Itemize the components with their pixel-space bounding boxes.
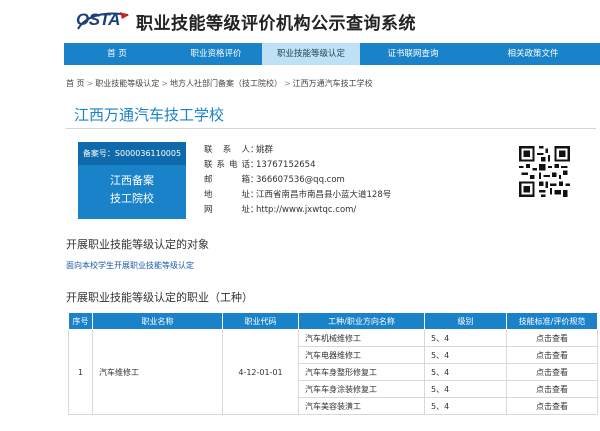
level: 5、4 — [424, 329, 507, 347]
divider — [66, 128, 596, 129]
contact-row: 邮 箱： 366607536@qq.com — [204, 173, 391, 188]
contact-value: 江西省南昌市南昌县小蓝大道128号 — [256, 190, 392, 200]
contact-label: 邮 箱 — [204, 175, 250, 185]
column-header: 级别 — [424, 312, 507, 330]
logo-text: OSTA — [76, 10, 120, 29]
view-standard-link[interactable]: 点击查看 — [506, 329, 598, 347]
breadcrumb-separator: > — [161, 79, 168, 88]
level: 5、4 — [424, 346, 507, 364]
contact-label: 网 址 — [204, 205, 250, 215]
table-row: 1 汽车维修工 4-12-01-01 汽车机械维修工 5、4 点击查看 — [68, 329, 598, 415]
breadcrumb-separator: > — [283, 79, 291, 88]
breadcrumb: 首 页 > 职业技能等级认定 > 地方人社部门备案（技工院校） > 江西万通汽车… — [66, 78, 373, 89]
main-nav: 首 页 职业资格评价 职业技能等级认定 证书联网查询 相关政策文件 — [64, 43, 600, 65]
contact-value: 13767152654 — [256, 160, 316, 170]
occupation-section-title: 开展职业技能等级认定的职业（工种） — [66, 291, 253, 304]
school-name: 江西万通汽车技工学校 — [74, 106, 225, 124]
level: 5、4 — [424, 397, 507, 415]
record-id: 备案号：S000036110005 — [78, 142, 186, 165]
column-header: 工种/职业方向名称 — [298, 312, 425, 330]
nav-item-cert-query[interactable]: 证书联网查询 — [360, 43, 466, 65]
contact-value: 姚群 — [256, 145, 274, 155]
contact-info: 联 系 人： 姚群 联系电话： 13767152654 邮 箱： 3666075… — [204, 143, 391, 218]
breadcrumb-skill-level[interactable]: 职业技能等级认定 — [95, 78, 159, 89]
contact-row: 网 址： http://www.jxwtqc.com/ — [204, 203, 391, 218]
site-header: OSTA 职业技能等级评价机构公示查询系统 — [0, 0, 600, 42]
target-text[interactable]: 面向本校学生开展职业技能等级认定 — [66, 260, 194, 271]
record-card: 备案号：S000036110005 江西备案 技工院校 — [78, 142, 186, 219]
contact-label: 联系电话 — [204, 160, 250, 170]
record-line2: 技工院校 — [110, 192, 154, 205]
breadcrumb-current: 江西万通汽车技工学校 — [292, 79, 373, 88]
contact-row: 地 址： 江西省南昌市南昌县小蓝大道128号 — [204, 188, 391, 203]
contact-row: 联 系 人： 姚群 — [204, 143, 391, 158]
contact-value: 366607536@qq.com — [256, 175, 345, 185]
column-header: 职业名称 — [92, 312, 223, 330]
direction-name: 汽车车身涂装修复工 — [298, 380, 425, 398]
level: 5、4 — [424, 363, 507, 381]
contact-row: 联系电话： 13767152654 — [204, 158, 391, 173]
nav-item-skill-level[interactable]: 职业技能等级认定 — [262, 43, 360, 65]
table-header-row: 序号 职业名称 职业代码 工种/职业方向名称 级别 技能标准/评价规范 — [68, 312, 598, 330]
site-title: 职业技能等级评价机构公示查询系统 — [136, 14, 416, 34]
column-header: 职业代码 — [222, 312, 299, 330]
breadcrumb-home[interactable]: 首 页 — [66, 78, 85, 89]
column-header: 序号 — [68, 312, 93, 330]
column-header: 技能标准/评价规范 — [506, 312, 598, 330]
direction-name: 汽车机械维修工 — [298, 329, 425, 347]
contact-website[interactable]: http://www.jxwtqc.com/ — [256, 203, 356, 218]
occupation-name: 汽车维修工 — [92, 329, 223, 415]
nav-item-qualification[interactable]: 职业资格评价 — [170, 43, 262, 65]
direction-name: 汽车电器维修工 — [298, 346, 425, 364]
qr-code-icon — [517, 144, 572, 199]
view-standard-link[interactable]: 点击查看 — [506, 380, 598, 398]
contact-label: 地 址 — [204, 190, 250, 200]
occupation-index: 1 — [68, 329, 93, 415]
occupation-code: 4-12-01-01 — [222, 329, 299, 415]
record-line1: 江西备案 — [110, 174, 154, 187]
breadcrumb-local-record[interactable]: 地方人社部门备案（技工院校） — [170, 78, 282, 89]
target-section-title: 开展职业技能等级认定的对象 — [66, 238, 209, 251]
direction-name: 汽车美容装潢工 — [298, 397, 425, 415]
view-standard-link[interactable]: 点击查看 — [506, 346, 598, 364]
view-standard-link[interactable]: 点击查看 — [506, 363, 598, 381]
view-standard-link[interactable]: 点击查看 — [506, 397, 598, 415]
contact-label: 联 系 人 — [204, 145, 250, 155]
level: 5、4 — [424, 380, 507, 398]
nav-item-policy[interactable]: 相关政策文件 — [466, 43, 600, 65]
breadcrumb-separator: > — [86, 79, 94, 88]
occupation-table: 序号 职业名称 职业代码 工种/职业方向名称 级别 技能标准/评价规范 1 汽车… — [68, 312, 598, 415]
osta-logo[interactable]: OSTA — [72, 9, 129, 31]
direction-name: 汽车车身整形修复工 — [298, 363, 425, 381]
nav-item-home[interactable]: 首 页 — [64, 43, 170, 65]
